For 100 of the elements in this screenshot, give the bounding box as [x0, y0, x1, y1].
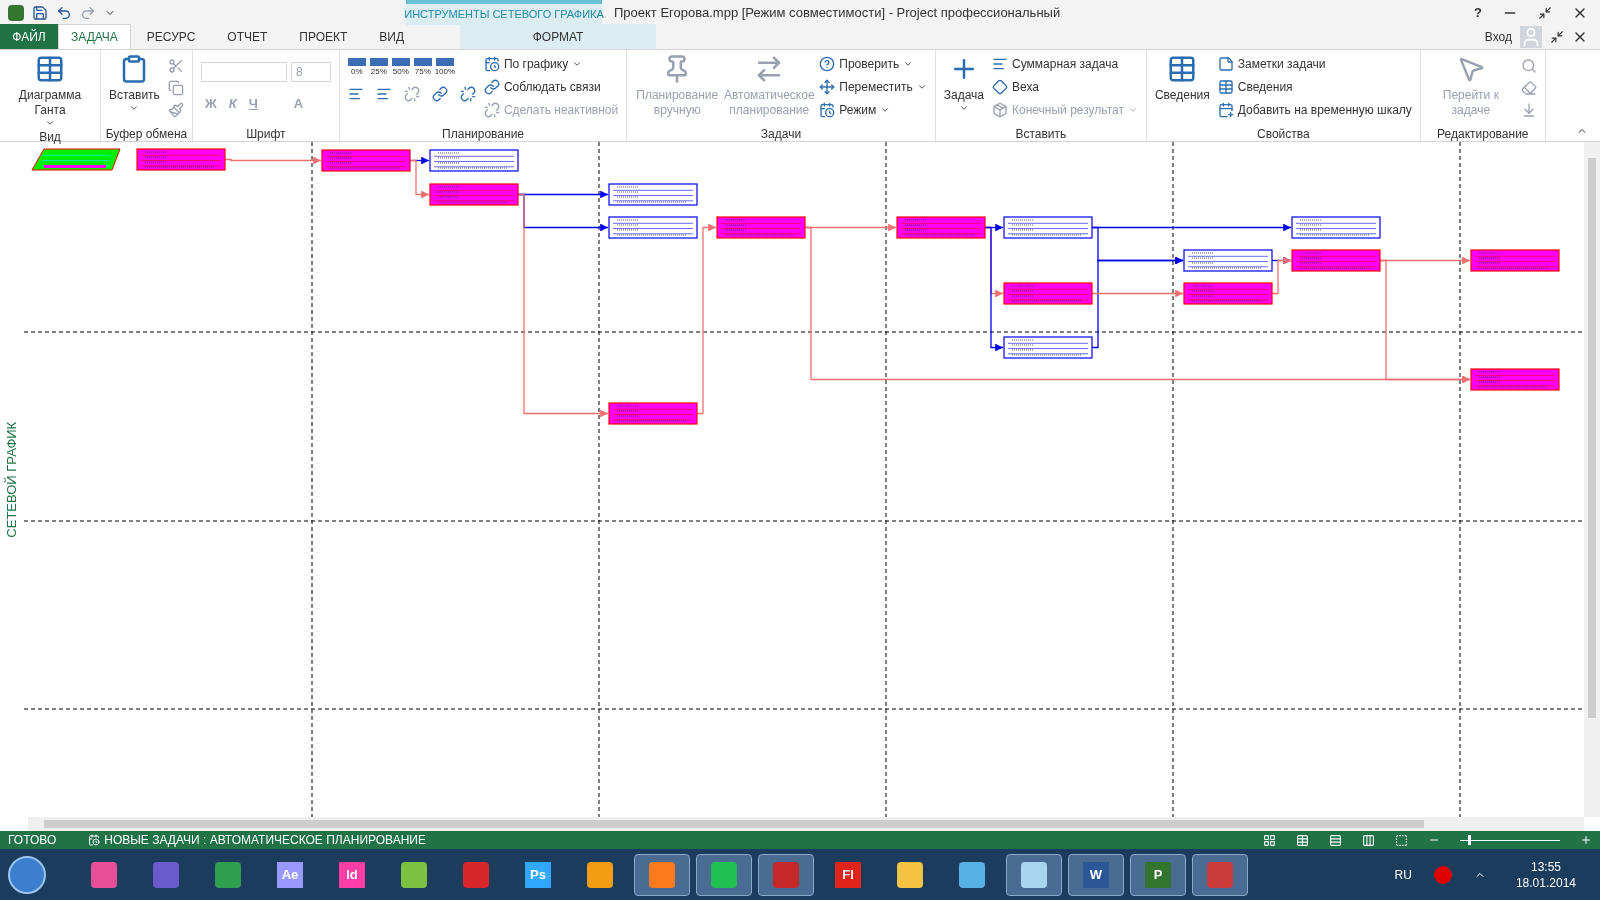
progress-bar-icon — [413, 58, 432, 66]
ribbon-button[interactable]: Вставить — [105, 50, 164, 125]
ribbon-tab[interactable]: ВИД — [363, 24, 421, 49]
ribbon-tab[interactable]: ПРОЕКТ — [283, 24, 364, 49]
table-icon — [1217, 79, 1234, 95]
zoom-thumb[interactable] — [1468, 835, 1471, 845]
undo-icon[interactable] — [56, 4, 72, 21]
horizontal-scrollbar[interactable] — [28, 817, 1584, 831]
ribbon-group-label: Задачи — [759, 126, 803, 141]
view-label: СЕТЕВОЙ ГРАФИК — [3, 421, 21, 538]
taskbar-app-button[interactable] — [758, 853, 814, 896]
progress-bar-icon — [369, 58, 388, 66]
progress-bar-icon — [391, 58, 410, 66]
ribbon-button[interactable]: Добавить на временную шкалу — [1213, 100, 1416, 120]
ribbon-group-label: Шрифт — [245, 126, 287, 141]
ribbon-button[interactable]: Соблюдать связи — [479, 77, 623, 97]
ribbon-icon-button[interactable] — [167, 58, 184, 74]
ribbon-icon-button[interactable] — [167, 102, 184, 118]
ribbon-group-label: Вставить — [1014, 126, 1068, 141]
font-name-field[interactable] — [200, 62, 287, 82]
ribbon-button[interactable]: Суммарная задача — [988, 54, 1142, 74]
taskbar-app-button[interactable] — [634, 853, 690, 896]
restore-icon[interactable] — [1550, 29, 1564, 44]
progress-bar-icon — [435, 58, 454, 66]
table-view-icon[interactable] — [1296, 833, 1309, 847]
unlink-icon — [483, 102, 500, 118]
help-button[interactable]: ? — [1474, 2, 1482, 23]
progress-bar-icon — [347, 58, 366, 66]
app-logo-icon — [8, 4, 24, 21]
summary-icon — [375, 86, 392, 102]
calendar-icon — [819, 102, 836, 118]
view-icon[interactable] — [1263, 833, 1276, 847]
app-icon — [1021, 861, 1047, 888]
language-indicator[interactable]: RU — [1394, 865, 1412, 884]
rows-view-icon[interactable] — [1329, 833, 1342, 847]
summary-icon — [992, 56, 1009, 72]
ribbon-tab[interactable]: РЕСУРС — [130, 24, 212, 49]
clock-date: 18.01.2014 — [1515, 874, 1576, 891]
ribbon-button[interactable]: Веха — [988, 77, 1142, 97]
taskbar-app-button[interactable]: Fl — [820, 853, 876, 896]
percent-complete-button[interactable]: 100% — [435, 58, 454, 78]
ribbon-tab[interactable]: ОТЧЕТ — [211, 24, 284, 49]
ribbon-tab[interactable]: ФОРМАТ — [460, 24, 657, 49]
app-icon — [153, 861, 179, 888]
zoom-slider[interactable] — [1460, 835, 1560, 845]
ribbon-icon-button[interactable] — [167, 80, 184, 96]
ribbon-icon-button[interactable] — [1520, 80, 1537, 96]
taskbar-app-button[interactable]: W — [1068, 853, 1124, 896]
taskbar-app-button[interactable] — [696, 853, 752, 896]
app-icon — [215, 861, 241, 888]
ribbon-button[interactable]: Заметки задачи — [1213, 54, 1416, 74]
copy-icon — [167, 80, 184, 96]
app-icon — [897, 861, 923, 888]
note-icon — [1217, 56, 1234, 72]
save-icon[interactable] — [32, 4, 48, 21]
dropdown-icon — [45, 118, 55, 128]
ribbon-button[interactable]: Режим — [815, 100, 931, 120]
ribbon-tab[interactable]: ЗАДАЧА — [58, 24, 131, 49]
unlink-icon — [459, 86, 476, 102]
context-tab-header: ИНСТРУМЕНТЫ СЕТЕВОГО ГРАФИКА — [404, 7, 604, 23]
info-panel-icon — [1167, 54, 1198, 84]
move-icon — [819, 79, 836, 95]
ribbon-button[interactable]: Переместить — [815, 77, 931, 97]
ribbon-button[interactable]: Диаграмма Ганта — [4, 50, 96, 128]
status-text: ГОТОВО — [8, 832, 57, 849]
ribbon-button[interactable]: Проверить — [815, 54, 931, 74]
summary-icon — [347, 86, 364, 102]
taskbar-app-button[interactable] — [1192, 853, 1248, 896]
ribbon-button[interactable]: По графику — [479, 54, 623, 74]
alert-icon[interactable] — [1433, 865, 1452, 884]
ribbon-group-label: Редактирование — [1436, 126, 1530, 141]
app-icon — [463, 861, 489, 888]
package-icon — [992, 102, 1009, 118]
taskbar-app-button[interactable]: P — [1130, 853, 1186, 896]
vertical-scrollbar[interactable] — [1584, 142, 1600, 817]
ribbon-button[interactable]: Задача — [939, 50, 989, 125]
ribbon-button[interactable]: Сведения — [1213, 77, 1416, 97]
ribbon-icon-button[interactable] — [1520, 58, 1537, 74]
link-icon — [483, 79, 500, 95]
ribbon-button[interactable]: Сведения — [1150, 50, 1214, 125]
start-button[interactable] — [8, 855, 46, 894]
percent-complete-button[interactable]: 25% — [369, 58, 388, 78]
restore-icon[interactable] — [1538, 5, 1552, 20]
scissors-icon — [167, 58, 184, 74]
percent-complete-button[interactable]: 75% — [413, 58, 432, 78]
zoom-in-icon[interactable] — [1580, 834, 1592, 846]
task-mode-status[interactable]: НОВЫЕ ЗАДАЧИ : АВТОМАТИЧЕСКОЕ ПЛАНИРОВАНИЕ — [88, 831, 426, 849]
file-tab[interactable]: ФАЙЛ — [0, 24, 58, 49]
grid-view-icon[interactable] — [1362, 833, 1375, 847]
unlink-icon — [403, 86, 420, 102]
percent-complete-button[interactable]: 50% — [391, 58, 410, 78]
app-icon — [773, 861, 799, 888]
app-icon — [91, 861, 117, 888]
taskbar-app-button[interactable] — [1006, 853, 1062, 896]
page-view-icon[interactable] — [1395, 833, 1408, 847]
clock-time: 13:55 — [1530, 858, 1561, 875]
percent-complete-button[interactable]: 0% — [347, 58, 366, 78]
sign-in-link[interactable]: Вход — [1484, 27, 1512, 46]
app-icon — [959, 861, 985, 888]
paintbrush-icon — [167, 102, 184, 118]
